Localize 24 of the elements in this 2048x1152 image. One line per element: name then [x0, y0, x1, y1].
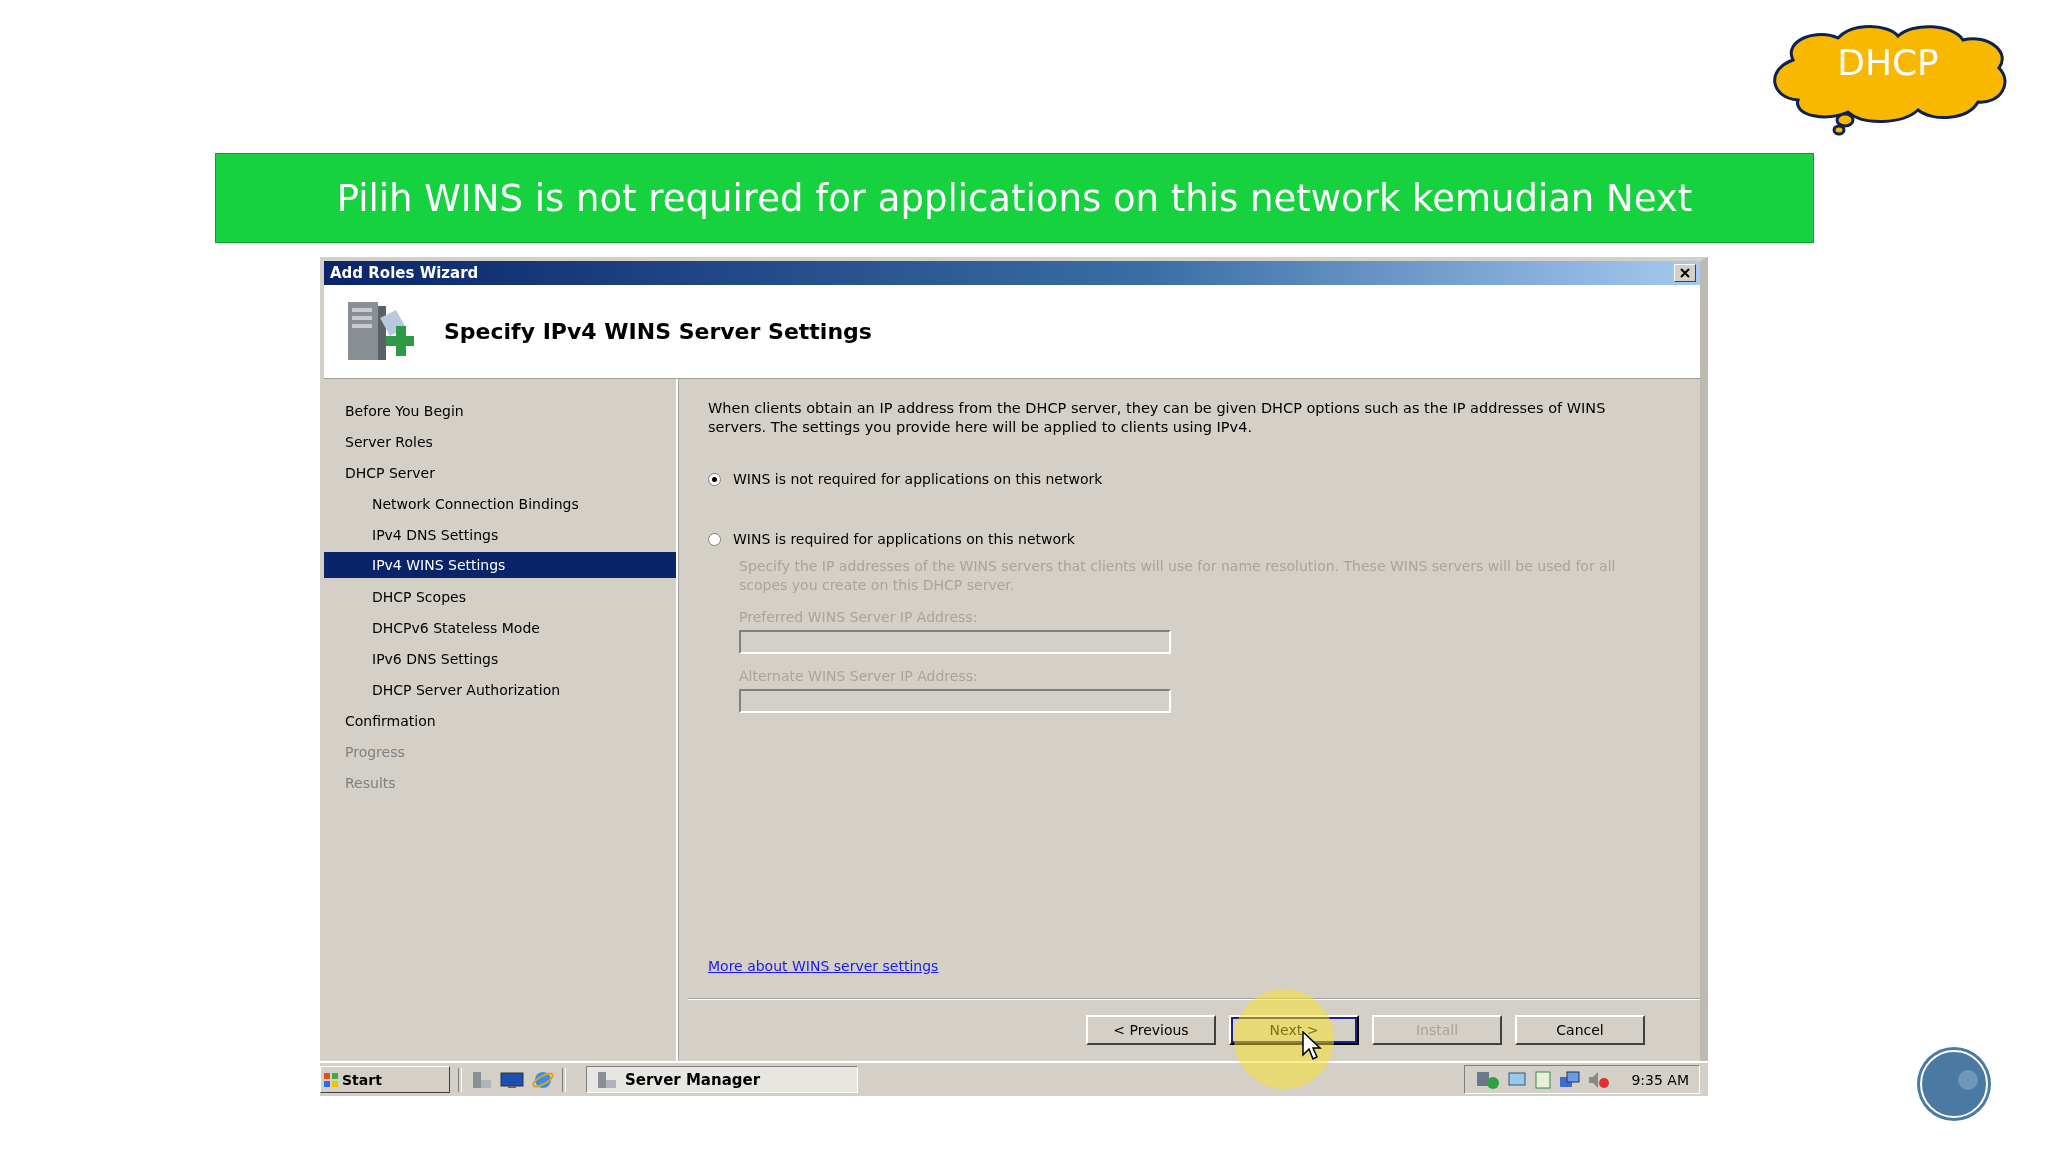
step-item[interactable]: DHCP Scopes: [324, 581, 676, 612]
option-label[interactable]: WINS is required for applications on this network: [733, 531, 1075, 547]
option-label[interactable]: WINS is not required for applications on this network: [733, 471, 1103, 487]
step-item[interactable]: IPv4 WINS Settings: [324, 552, 676, 578]
step-item[interactable]: Before You Begin: [324, 395, 676, 426]
window-title: Add Roles Wizard: [330, 264, 479, 282]
step-item[interactable]: Network Connection Bindings: [324, 488, 676, 519]
description-text: When clients obtain an IP address from the DHCP server, they can be given DHCP options such as the IP addresses of WINS servers. The settings you provide here will be applied to clients using IPv4.: [708, 399, 1607, 437]
instruction-banner: Pilih WINS is not required for applications on this network kemudian Next: [215, 153, 1814, 243]
wizard-button[interactable]: < Previous: [1086, 1015, 1216, 1045]
page-heading: Specify IPv4 WINS Server Settings: [444, 319, 872, 344]
step-item[interactable]: DHCP Server Authorization: [324, 674, 676, 705]
step-item[interactable]: DHCP Server: [324, 457, 676, 488]
step-item[interactable]: Server Roles: [324, 426, 676, 457]
step-item[interactable]: DHCPv6 Stateless Mode: [324, 612, 676, 643]
step-item[interactable]: IPv4 DNS Settings: [324, 519, 676, 550]
step-item[interactable]: IPv6 DNS Settings: [324, 643, 676, 674]
step-item[interactable]: Confirmation: [324, 705, 676, 736]
clock: 9:35 AM: [1631, 1071, 1689, 1088]
wizard-button[interactable]: Cancel: [1515, 1015, 1645, 1045]
start-button[interactable]: Start: [320, 1066, 450, 1093]
taskbar-button[interactable]: Server Manager: [586, 1066, 858, 1093]
cloud-label: DHCP: [1837, 42, 1939, 83]
help-link[interactable]: More about WINS server settings: [708, 958, 939, 974]
